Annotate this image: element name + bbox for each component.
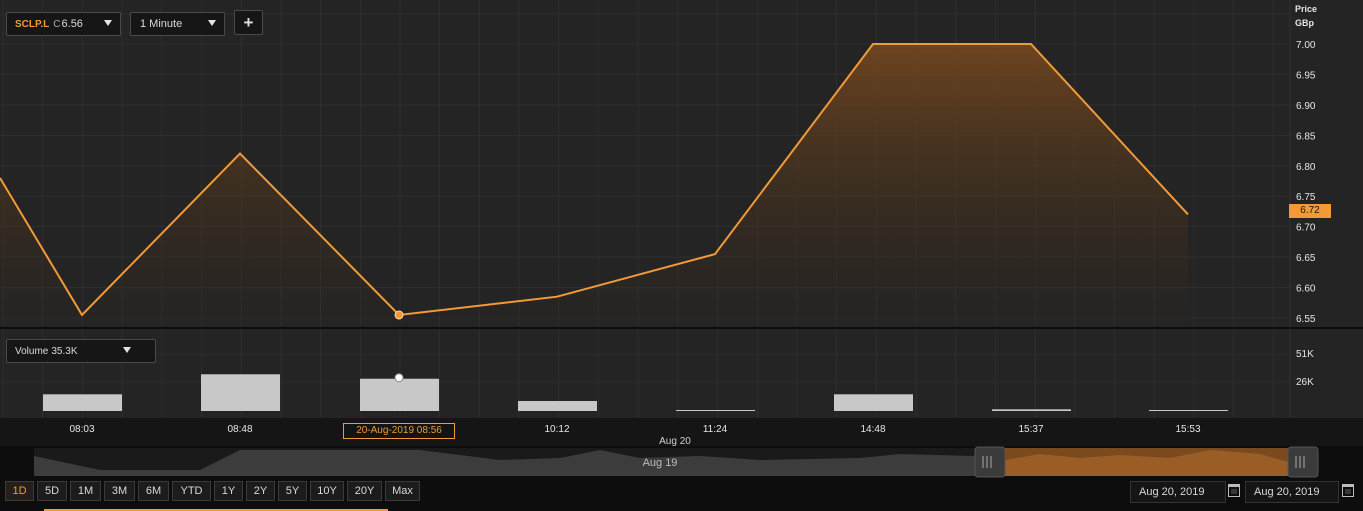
volume-bar [834,394,913,411]
chart-area[interactable]: 6.55 6.60 6.65 6.70 6.75 6.80 6.85 6.90 6.95 7.00… [0,0,1363,446]
chevron-down-icon [208,20,216,26]
price-axis-unit: GBp [1295,18,1314,28]
x-tick-label: 15:37 [1018,424,1043,435]
volume-bar [201,374,280,411]
volume-selector[interactable]: Volume 35.3K [6,339,156,363]
y-tick-label: 6.60 [1296,284,1316,295]
range-button-1m[interactable]: 1M [70,481,101,501]
navigator-right-handle[interactable] [1287,446,1319,478]
range-button-2y[interactable]: 2Y [246,481,275,501]
calendar-icon[interactable] [1342,484,1354,497]
x-tick-label: 08:48 [227,424,252,435]
close-label: C [53,18,61,30]
range-navigator[interactable]: Aug 19 [0,446,1363,480]
range-button-5y[interactable]: 5Y [278,481,307,501]
price-axis-title: Price [1295,4,1318,14]
range-button-6m[interactable]: 6M [138,481,169,501]
range-button-3m[interactable]: 3M [104,481,135,501]
range-button-ytd[interactable]: YTD [172,481,211,501]
volume-bar [1149,410,1228,411]
range-button-1d[interactable]: 1D [5,481,34,501]
y-tick-label: 6.65 [1296,253,1316,264]
range-button-20y[interactable]: 20Y [347,481,382,501]
y-tick-label: 6.85 [1296,131,1316,142]
price-area [0,44,1188,326]
volume-bar [360,378,439,411]
y-tick-label: 7.00 [1296,40,1316,51]
y-tick-label: 6.90 [1296,101,1316,112]
y-tick-label: 6.95 [1296,70,1316,81]
chevron-down-icon [123,347,131,353]
plus-icon: + [243,12,254,32]
volume-value: 35.3K [51,345,78,357]
volume-bar [992,409,1071,411]
range-button-10y[interactable]: 10Y [310,481,344,501]
volume-bar [676,410,755,411]
volume-tick-label: 26K [1296,377,1314,388]
add-comparison-button[interactable]: + [234,10,263,35]
price-point-marker [394,310,404,320]
x-tick-label: 15:53 [1175,424,1200,435]
y-tick-label: 6.55 [1296,314,1316,325]
navigator-label: Aug 19 [643,457,678,469]
date-from-field[interactable]: Aug 20, 2019 [1130,481,1226,503]
date-to-field[interactable]: Aug 20, 2019 [1245,481,1339,503]
date-from-value: Aug 20, 2019 [1139,486,1205,498]
chevron-down-icon [104,20,112,26]
close-value: 6.56 [61,18,83,30]
volume-bar [518,400,597,411]
x-tick-label: 14:48 [860,424,885,435]
navigator-left-handle[interactable] [974,446,1006,478]
x-tick-label: 10:12 [544,424,569,435]
hover-timestamp: 20-Aug-2019 08:56 [343,423,455,439]
volume-bar [43,394,122,411]
interval-selector[interactable]: 1 Minute [130,12,225,36]
current-price-badge: 6.72 [1289,204,1331,218]
date-to-value: Aug 20, 2019 [1254,486,1320,498]
volume-tick-label: 51K [1296,349,1314,360]
volume-point-marker [394,373,404,383]
y-tick-label: 6.75 [1296,192,1316,203]
x-tick-label: 08:03 [69,424,94,435]
symbol-selector[interactable]: SCLP.L C 6.56 [6,12,121,36]
x-tick-label: 11:24 [703,424,728,435]
volume-label: Volume [15,345,49,357]
y-tick-label: 6.70 [1296,223,1316,234]
price-volume-chart[interactable]: 6.55 6.60 6.65 6.70 6.75 6.80 6.85 6.90 6.95 7.00… [0,0,1363,446]
range-button-1y[interactable]: 1Y [214,481,243,501]
calendar-icon[interactable] [1228,484,1240,497]
x-sublabel: Aug 20 [659,436,691,446]
symbol-label: SCLP.L [15,18,50,30]
range-button-max[interactable]: Max [385,481,420,501]
interval-label: 1 Minute [140,18,183,30]
y-tick-label: 6.80 [1296,162,1316,173]
range-button-5d[interactable]: 5D [37,481,67,501]
